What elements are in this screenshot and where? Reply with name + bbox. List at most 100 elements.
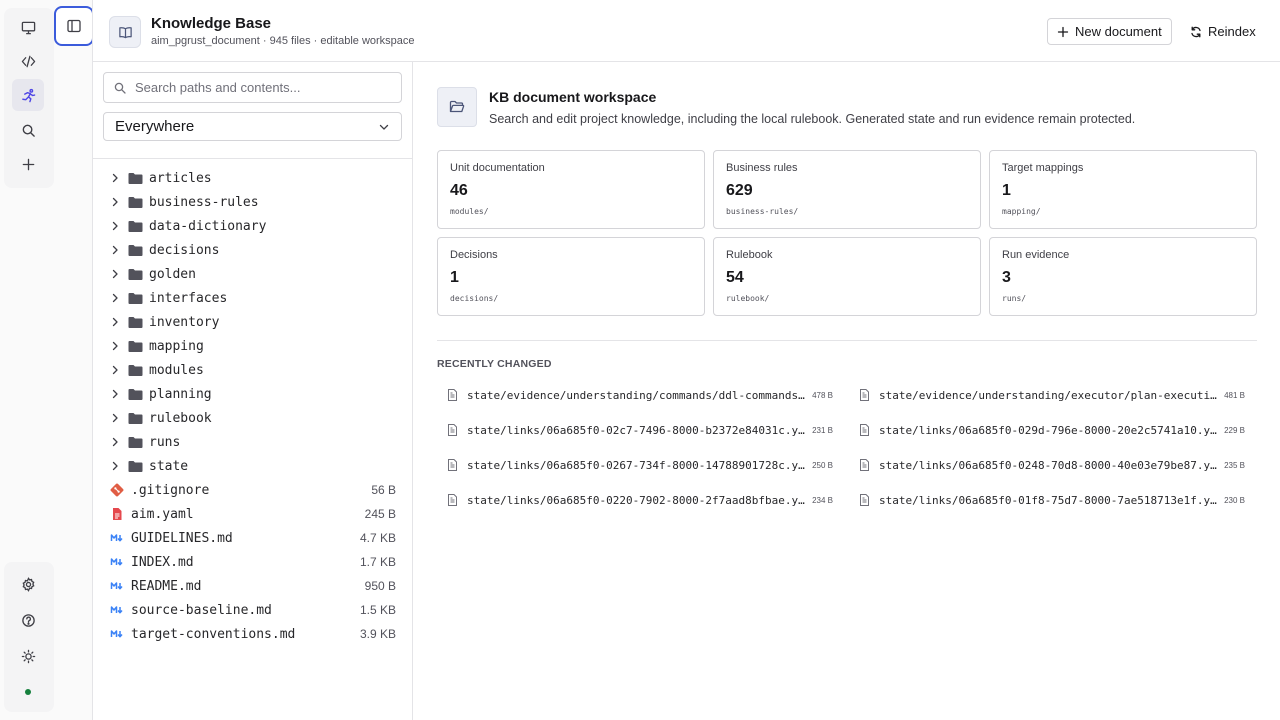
document-icon <box>448 459 457 471</box>
recent-file-path: state/evidence/understanding/executor/pl… <box>879 388 1219 402</box>
folder-row[interactable]: data-dictionary <box>93 214 413 238</box>
recent-file-size: 478 B <box>812 390 833 400</box>
stat-value: 1 <box>1002 182 1011 199</box>
file-name: INDEX.md <box>131 554 194 570</box>
sun-icon[interactable] <box>12 640 44 672</box>
help-icon[interactable] <box>12 604 44 636</box>
search-box[interactable] <box>103 72 402 103</box>
yaml-file-icon <box>110 507 124 521</box>
divider <box>93 158 413 159</box>
recent-file-link[interactable]: state/links/06a685f0-0220-7902-8000-2f7a… <box>437 485 837 515</box>
file-name: .gitignore <box>131 482 210 498</box>
file-tree: articles business-rules data-dictionary … <box>93 166 413 646</box>
file-size: 3.9 KB <box>359 627 396 641</box>
stat-card[interactable]: Target mappings 1 mapping/ <box>989 150 1257 229</box>
recent-file-path: state/evidence/understanding/commands/dd… <box>467 388 807 402</box>
folder-row[interactable]: decisions <box>93 238 413 262</box>
recent-file-size: 230 B <box>1224 495 1245 505</box>
folder-row[interactable]: modules <box>93 358 413 382</box>
stat-path: business-rules/ <box>726 207 799 216</box>
recent-file-size: 250 B <box>812 460 833 470</box>
stat-card[interactable]: Decisions 1 decisions/ <box>437 237 705 316</box>
file-name: target-conventions.md <box>131 626 296 642</box>
file-row[interactable]: aim.yaml 245 B <box>93 502 413 526</box>
folder-row[interactable]: inventory <box>93 310 413 334</box>
stat-value: 3 <box>1002 269 1011 286</box>
recent-file-link[interactable]: state/links/06a685f0-0267-734f-8000-1478… <box>437 450 837 480</box>
stat-card[interactable]: Rulebook 54 rulebook/ <box>713 237 981 316</box>
file-row[interactable]: INDEX.md 1.7 KB <box>93 550 413 574</box>
stat-label: Business rules <box>726 162 798 174</box>
scope-value: Everywhere <box>115 118 195 135</box>
folder-row[interactable]: articles <box>93 166 413 190</box>
page-title: Knowledge Base <box>151 15 272 32</box>
chevron-right-icon <box>112 317 118 327</box>
new-document-label: New document <box>1075 24 1162 39</box>
folder-row[interactable]: mapping <box>93 334 413 358</box>
stat-card[interactable]: Run evidence 3 runs/ <box>989 237 1257 316</box>
file-size: 4.7 KB <box>359 531 396 545</box>
search-icon[interactable] <box>12 114 44 146</box>
gear-icon[interactable] <box>12 568 44 600</box>
folder-row[interactable]: runs <box>93 430 413 454</box>
folder-name: articles <box>149 170 212 186</box>
reindex-button[interactable]: Reindex <box>1181 18 1265 45</box>
file-row[interactable]: README.md 950 B <box>93 574 413 598</box>
folder-icon <box>128 196 143 208</box>
folder-row[interactable]: state <box>93 454 413 478</box>
scope-select[interactable]: Everywhere <box>103 112 402 141</box>
runner-icon[interactable] <box>12 79 44 111</box>
folder-icon <box>128 316 143 328</box>
new-document-button[interactable]: New document <box>1047 18 1172 45</box>
folder-row[interactable]: planning <box>93 382 413 406</box>
sidebar-toggle-button[interactable] <box>54 6 94 46</box>
stat-path: mapping/ <box>1002 207 1041 216</box>
recent-file-path: state/links/06a685f0-01f8-75d7-8000-7ae5… <box>879 493 1219 507</box>
chevron-right-icon <box>112 221 118 231</box>
recent-file-path: state/links/06a685f0-0220-7902-8000-2f7a… <box>467 493 807 507</box>
refresh-icon <box>1191 26 1201 37</box>
recent-file-link[interactable]: state/evidence/understanding/commands/dd… <box>437 380 837 410</box>
main-area: Knowledge Base aim_pgrust_document · 945… <box>92 0 1280 720</box>
file-size: 1.7 KB <box>359 555 396 569</box>
folder-name: rulebook <box>149 410 212 426</box>
code-icon[interactable] <box>12 45 44 77</box>
stat-card[interactable]: Unit documentation 46 modules/ <box>437 150 705 229</box>
recent-file-size: 234 B <box>812 495 833 505</box>
chevron-right-icon <box>112 389 118 399</box>
stat-label: Unit documentation <box>450 162 545 174</box>
chevron-right-icon <box>112 437 118 447</box>
document-icon <box>860 494 869 506</box>
chevron-right-icon <box>112 197 118 207</box>
file-row[interactable]: GUIDELINES.md 4.7 KB <box>93 526 413 550</box>
chevron-right-icon <box>112 293 118 303</box>
folder-icon <box>128 268 143 280</box>
monitor-icon[interactable] <box>12 11 44 43</box>
file-row[interactable]: target-conventions.md 3.9 KB <box>93 622 413 646</box>
recent-file-size: 481 B <box>1224 390 1245 400</box>
chevron-right-icon <box>112 173 118 183</box>
folder-row[interactable]: interfaces <box>93 286 413 310</box>
recent-file-link[interactable]: state/evidence/understanding/executor/pl… <box>849 380 1249 410</box>
divider <box>437 340 1257 341</box>
recent-file-path: state/links/06a685f0-02c7-7496-8000-b237… <box>467 423 807 437</box>
folder-icon <box>128 244 143 256</box>
folder-row[interactable]: business-rules <box>93 190 413 214</box>
folder-row[interactable]: rulebook <box>93 406 413 430</box>
folder-row[interactable]: golden <box>93 262 413 286</box>
file-row[interactable]: source-baseline.md 1.5 KB <box>93 598 413 622</box>
stat-card[interactable]: Business rules 629 business-rules/ <box>713 150 981 229</box>
recent-file-link[interactable]: state/links/06a685f0-01f8-75d7-8000-7ae5… <box>849 485 1249 515</box>
file-row[interactable]: .gitignore 56 B <box>93 478 413 502</box>
recent-file-path: state/links/06a685f0-0248-70d8-8000-40e0… <box>879 458 1219 472</box>
recent-file-link[interactable]: state/links/06a685f0-02c7-7496-8000-b237… <box>437 415 837 445</box>
recent-file-link[interactable]: state/links/06a685f0-0248-70d8-8000-40e0… <box>849 450 1249 480</box>
stat-label: Decisions <box>450 249 498 261</box>
document-icon <box>448 389 457 401</box>
document-icon <box>860 459 869 471</box>
recent-file-link[interactable]: state/links/06a685f0-029d-796e-8000-20e2… <box>849 415 1249 445</box>
plus-icon[interactable] <box>12 148 44 180</box>
search-input[interactable] <box>135 80 395 95</box>
recently-changed-heading: RECENTLY CHANGED <box>437 358 552 370</box>
workspace-description: Search and edit project knowledge, inclu… <box>489 112 1136 126</box>
